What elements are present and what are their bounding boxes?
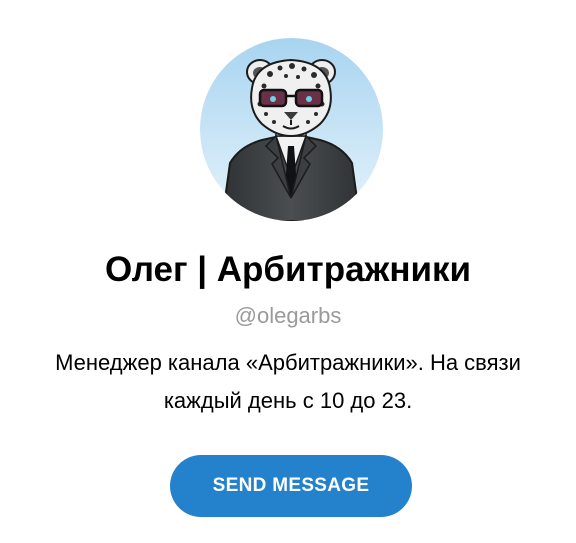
profile-avatar: [200, 38, 383, 221]
send-message-button[interactable]: SEND MESSAGE: [170, 455, 412, 517]
profile-username[interactable]: @olegarbs: [0, 302, 576, 330]
snow-leopard-avatar-icon: [200, 38, 383, 221]
profile-name: Олег | Арбитражники: [104, 250, 472, 289]
profile-bio: Менеджер канала «Арбитражники». На связи…: [55, 350, 521, 413]
profile-card: Олег | Арбитражники @olegarbs Менеджер к…: [0, 0, 576, 543]
